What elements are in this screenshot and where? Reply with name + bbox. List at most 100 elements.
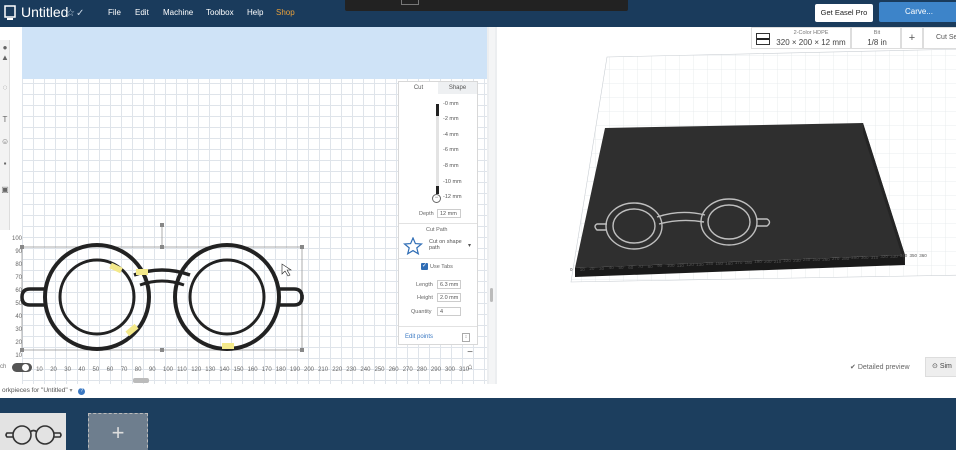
preview-ruler-label: 130 [696, 261, 704, 267]
cut-path-label: Cut Path [426, 227, 448, 233]
depth-slider-handle[interactable]: − [432, 194, 441, 203]
detailed-preview-button[interactable]: ✔ Detailed preview [850, 363, 910, 371]
square-icon [401, 0, 419, 5]
preview-ruler-label: 20 [589, 266, 595, 272]
carve-button[interactable]: Carve... [879, 2, 956, 22]
workpieces-header: orkpieces for "Untitled" ▾ ? [0, 384, 956, 398]
depth-label: Depth [419, 211, 434, 217]
tab-length-input[interactable]: 6.3 mm [437, 280, 461, 289]
tab-cut[interactable]: Cut [399, 82, 438, 94]
workpiece-thumbnail[interactable] [0, 413, 66, 450]
divider-grip [489, 27, 495, 384]
divider [399, 326, 477, 327]
preview-ruler-label: 160 [725, 260, 733, 266]
edit-points-link[interactable]: Edit points [405, 334, 433, 340]
home-view-icon[interactable]: ⌂ [463, 360, 477, 374]
cut-settings-button[interactable]: Cut Se [923, 27, 956, 49]
preview-ruler-label: 140 [705, 261, 714, 267]
menu-edit[interactable]: Edit [135, 8, 163, 17]
menu-toolbox[interactable]: Toolbox [206, 8, 247, 17]
menu-file[interactable]: File [108, 8, 135, 17]
depth-tick: -0 mm [443, 101, 459, 107]
tab-quantity-input[interactable]: 4 [437, 307, 461, 316]
preview-ruler: 0 10 20 30 40 50 60 70 80 90 100 110 120 130 140 150 160… [570, 253, 956, 277]
tab-height-label: Height [417, 295, 433, 301]
preview-ruler-label: 210 [773, 258, 782, 264]
add-workpiece-button[interactable]: + [88, 413, 148, 450]
get-pro-button[interactable]: Get Easel Pro [815, 4, 873, 22]
preview-ruler-label: 150 [715, 261, 724, 266]
preview-ruler-label: 120 [686, 262, 694, 268]
chevron-down-icon[interactable]: ▾ [468, 242, 471, 249]
simulate-button[interactable]: ⊙ Sim [925, 357, 956, 377]
preview-ruler-label: 320 [880, 254, 888, 260]
cut-path-select[interactable]: Cut on shape path [429, 239, 465, 251]
top-bar: Untitled ☆✓ File Edit Machine Toolbox He… [0, 0, 956, 27]
preview-ruler-label: 260 [822, 256, 830, 262]
3d-preview[interactable]: 0 10 20 30 40 50 60 70 80 90 100 110 120 130 140 150 160… [497, 27, 956, 384]
zoom-out-button[interactable]: − [463, 346, 477, 360]
divider-handle[interactable] [490, 288, 493, 302]
preview-ruler-label: 360 [919, 252, 927, 258]
use-tabs-checkbox[interactable]: ✓ [421, 263, 428, 270]
preview-ruler-label: 60 [628, 264, 634, 270]
preview-ruler-label: 250 [812, 257, 821, 262]
depth-slider[interactable] [436, 104, 439, 194]
preview-ruler-label: 300 [861, 255, 869, 260]
material-swatch-icon [756, 33, 770, 45]
preview-ruler-label: 220 [783, 258, 791, 264]
add-bit-button[interactable]: + [901, 27, 923, 49]
preview-ruler-label: 10 [579, 266, 585, 272]
preview-ruler-label: 110 [676, 262, 684, 268]
depth-tick: -8 mm [443, 163, 459, 169]
cut-settings-panel: Cut Shape − -0 mm -2 mm -4 mm -6 mm -8 m… [398, 81, 478, 345]
preview-ruler-label: 330 [890, 253, 898, 259]
glasses-thumbnail-icon [5, 425, 62, 445]
tab-shape[interactable]: Shape [438, 82, 477, 94]
preview-ruler-label: 30 [599, 265, 605, 271]
clock-icon: ⊙ [932, 363, 940, 370]
tab-length-label: Length [416, 282, 433, 288]
pane-divider[interactable] [487, 27, 497, 384]
preview-ruler-label: 290 [851, 255, 859, 261]
help-icon[interactable]: ? [78, 388, 86, 395]
preview-ruler-label: 90 [657, 263, 663, 269]
use-tabs-label: Use Tabs [430, 264, 453, 270]
tab-quantity-label: Quantity [411, 309, 432, 315]
simulate-label: Sim [939, 363, 952, 370]
material-selector[interactable]: 2-Color HDPE 320 × 200 × 12 mm [751, 27, 851, 49]
material-name: 2-Color HDPE [793, 30, 829, 36]
menu-machine[interactable]: Machine [163, 8, 206, 17]
depth-input[interactable]: 12 mm [437, 209, 461, 218]
app-logo-icon[interactable] [4, 5, 16, 21]
snap-toggle[interactable] [12, 363, 32, 372]
preview-ruler-label: 350 [909, 253, 918, 258]
toggle-label: ch [0, 364, 7, 370]
depth-tick: -2 mm [443, 116, 459, 122]
design-canvas[interactable]: ● ▲ ◌ T ☺ ▪ ▣ 100 90 80 70 60 50 40 30 2… [0, 27, 487, 384]
document-title[interactable]: Untitled [21, 4, 68, 20]
depth-tick: -12 mm [443, 194, 462, 200]
preview-ruler-label: 40 [608, 265, 614, 271]
preview-ruler-label: 230 [793, 257, 801, 263]
chevron-down-icon[interactable]: ▾ [69, 388, 72, 394]
menu-shop[interactable]: Shop [276, 8, 295, 17]
edit-points-icon[interactable]: ↕ [462, 333, 470, 342]
main-menu: File Edit Machine Toolbox Help Shop [108, 8, 295, 17]
horizontal-scrollbar[interactable] [133, 378, 149, 383]
preview-ruler-label: 80 [647, 263, 653, 269]
workpieces-title: orkpieces for "Untitled" [2, 387, 68, 394]
divider [399, 223, 477, 224]
bit-selector[interactable]: Bit 1/8 in [851, 27, 901, 49]
favorite-save-icons[interactable]: ☆✓ [66, 8, 85, 19]
depth-tick: -4 mm [443, 132, 459, 138]
menu-help[interactable]: Help [247, 8, 276, 17]
bit-value: 1/8 in [867, 38, 887, 47]
panel-tabs: Cut Shape [399, 82, 477, 94]
preview-ruler-label: 340 [899, 253, 908, 259]
check-icon: ✔ [850, 364, 858, 371]
preview-ruler-label: 280 [841, 255, 850, 261]
preview-ruler-label: 180 [744, 259, 753, 265]
material-3d-model [575, 123, 905, 277]
tab-height-input[interactable]: 2.0 mm [437, 293, 461, 302]
